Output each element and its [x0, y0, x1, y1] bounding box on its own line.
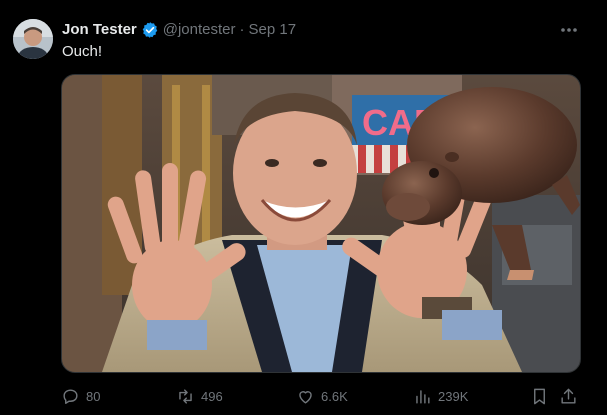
tweet-text: Ouch!: [62, 43, 103, 60]
bookmark-icon[interactable]: [528, 385, 550, 407]
reply-icon: [63, 388, 78, 404]
author-name[interactable]: Jon Tester: [62, 20, 137, 40]
repost-icon: [179, 388, 192, 404]
avatar[interactable]: [13, 19, 53, 59]
post-date[interactable]: Sep 17: [249, 20, 297, 40]
like-count: 6.6K: [321, 388, 348, 404]
tweet-media-image[interactable]: CAF: [61, 74, 581, 373]
tweet[interactable]: Jon Tester @jontester · Sep 17 Ouch! CAF…: [0, 0, 607, 415]
author-handle[interactable]: @jontester: [163, 20, 236, 40]
like-button[interactable]: 6.6K: [296, 383, 348, 409]
tweet-header: Jon Tester @jontester · Sep 17: [62, 20, 296, 40]
avatar-image: [13, 19, 53, 59]
views-icon: [416, 389, 430, 404]
repost-count: 496: [201, 388, 223, 404]
repost-button[interactable]: 496: [176, 383, 223, 409]
reply-button[interactable]: 80: [61, 383, 100, 409]
views-button[interactable]: 239K: [413, 383, 468, 409]
views-count: 239K: [438, 388, 469, 404]
share-icon[interactable]: [557, 385, 579, 407]
more-icon[interactable]: [556, 20, 582, 40]
tweet-actions: 80 496 6.6K 239K: [0, 383, 607, 409]
like-icon: [299, 390, 312, 404]
separator-dot: ·: [239, 21, 245, 38]
reply-count: 80: [86, 388, 101, 404]
verified-badge-icon: [141, 21, 159, 39]
